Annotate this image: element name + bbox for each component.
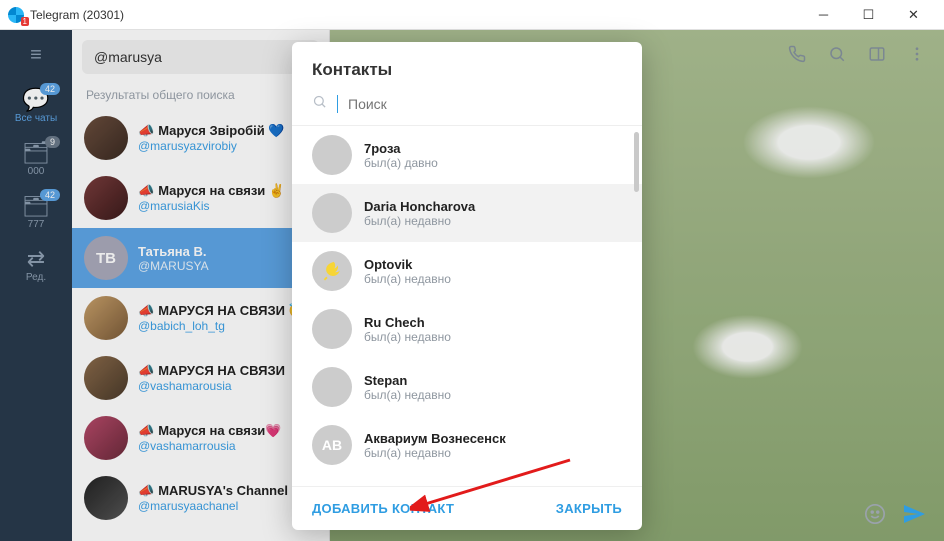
call-icon[interactable] bbox=[788, 45, 806, 68]
contacts-modal: Контакты 7розабыл(а) давно Daria Honchar… bbox=[292, 42, 642, 530]
more-icon[interactable] bbox=[908, 45, 926, 68]
contact-status: был(а) недавно bbox=[364, 330, 451, 344]
contact-status: был(а) недавно bbox=[364, 214, 475, 228]
contact-status: был(а) недавно bbox=[364, 272, 451, 286]
close-button[interactable]: ✕ bbox=[891, 0, 936, 30]
modal-search-input[interactable] bbox=[348, 96, 622, 112]
text-cursor bbox=[337, 95, 338, 113]
contact-status: был(а) недавно bbox=[364, 388, 451, 402]
close-modal-button[interactable]: ЗАКРЫТЬ bbox=[556, 501, 622, 516]
scrollbar[interactable] bbox=[634, 132, 639, 192]
contact-item[interactable]: Daria Honcharovaбыл(а) недавно bbox=[292, 184, 642, 242]
contact-item[interactable]: Optovikбыл(а) недавно bbox=[292, 242, 642, 300]
avatar bbox=[312, 135, 352, 175]
avatar bbox=[312, 309, 352, 349]
contacts-list: 7розабыл(а) давно Daria Honcharovaбыл(а)… bbox=[292, 126, 642, 486]
contact-item[interactable]: АВ Аквариум Вознесенскбыл(а) недавно bbox=[292, 416, 642, 474]
contact-item[interactable]: Stepanбыл(а) недавно bbox=[292, 358, 642, 416]
app-logo: 1 bbox=[8, 7, 24, 23]
contact-name: Optovik bbox=[364, 257, 451, 272]
contact-name: Daria Honcharova bbox=[364, 199, 475, 214]
contact-status: был(а) давно bbox=[364, 156, 438, 170]
maximize-button[interactable]: ☐ bbox=[846, 0, 891, 30]
avatar bbox=[312, 193, 352, 233]
avatar: АВ bbox=[312, 425, 352, 465]
contact-status: был(а) недавно bbox=[364, 446, 506, 460]
search-icon[interactable] bbox=[828, 45, 846, 68]
contact-name: Ru Chech bbox=[364, 315, 451, 330]
send-icon[interactable] bbox=[902, 502, 926, 532]
modal-search[interactable] bbox=[292, 90, 642, 126]
modal-actions: ДОБАВИТЬ КОНТАКТ ЗАКРЫТЬ bbox=[292, 486, 642, 530]
minimize-button[interactable]: ─ bbox=[801, 0, 846, 30]
sidebar-icon[interactable] bbox=[868, 45, 886, 68]
contact-name: Stepan bbox=[364, 373, 451, 388]
window-title: Telegram (20301) bbox=[30, 8, 124, 22]
contact-item[interactable]: Ru Chechбыл(а) недавно bbox=[292, 300, 642, 358]
contact-name: 7роза bbox=[364, 141, 438, 156]
modal-title: Контакты bbox=[292, 42, 642, 90]
contact-name: Аквариум Вознесенск bbox=[364, 431, 506, 446]
avatar bbox=[312, 251, 352, 291]
titlebar: 1 Telegram (20301) ─ ☐ ✕ bbox=[0, 0, 944, 30]
avatar bbox=[312, 367, 352, 407]
add-contact-button[interactable]: ДОБАВИТЬ КОНТАКТ bbox=[312, 501, 454, 516]
search-icon bbox=[312, 94, 327, 113]
logo-badge: 1 bbox=[21, 17, 29, 26]
emoji-icon[interactable] bbox=[864, 503, 886, 531]
contact-item[interactable]: 7розабыл(а) давно bbox=[292, 126, 642, 184]
